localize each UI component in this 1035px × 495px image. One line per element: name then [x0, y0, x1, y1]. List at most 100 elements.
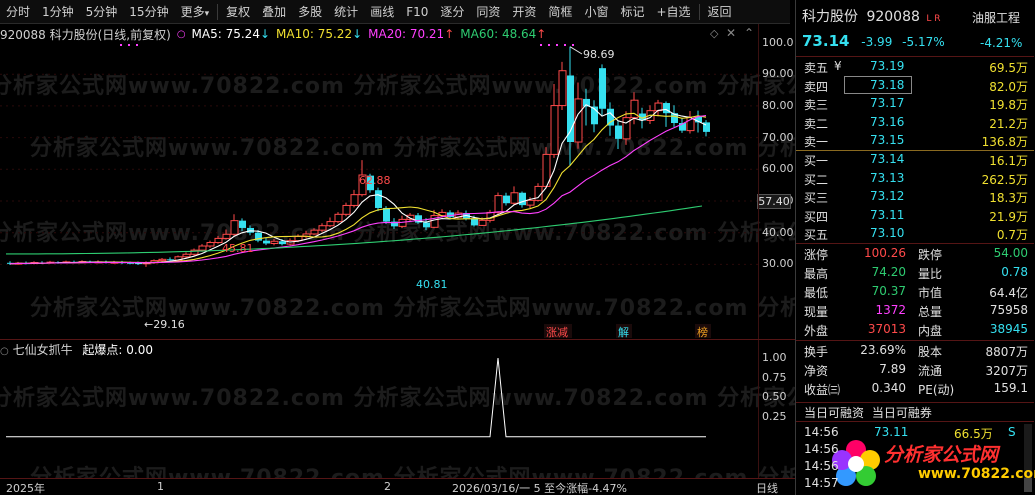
candlestick-chart[interactable]: 98.69 62.88 45.81 40.81 ←29.16 涨减 解 榜: [0, 44, 760, 340]
ask-volume: 69.5万: [989, 61, 1028, 75]
ask-volume: 19.8万: [989, 98, 1028, 112]
candle-down: [567, 75, 574, 143]
signal-line: [6, 357, 706, 438]
bid-price: 73.13: [870, 170, 905, 185]
candle-up: [318, 225, 327, 231]
toolbar-item-7[interactable]: 多股: [292, 0, 328, 24]
signal-dot: [564, 44, 566, 46]
axis-month-2: 2: [384, 480, 391, 493]
toolbar-item-4[interactable]: 更多▾: [175, 0, 216, 24]
quote-title: 科力股份 920088 L R: [802, 6, 941, 26]
stat-label: 外盘: [804, 324, 829, 338]
ask-row[interactable]: 卖四 73.18 82.0万: [796, 75, 1034, 96]
ask-label: 卖二: [804, 116, 829, 131]
toolbar-separator: [217, 3, 219, 20]
bid-row[interactable]: 买二 73.13 262.5万: [796, 170, 1034, 189]
toolbar-item-9[interactable]: 画线: [364, 0, 400, 24]
stat-label: 最低: [804, 286, 829, 300]
ask-volume: 21.2万: [989, 116, 1028, 131]
stock-code: 920088: [866, 9, 920, 25]
candle-up: [198, 245, 207, 251]
fundamental-row: 换手 23.69% 股本 8807万: [796, 342, 1034, 361]
tick-time: 14:56: [804, 459, 839, 473]
tick-price: 73.11: [874, 425, 909, 439]
ask-price: 73.16: [870, 114, 905, 129]
candle-up: [494, 195, 503, 213]
candle-down: [599, 68, 606, 109]
candle-down: [383, 207, 390, 222]
candle-up: [654, 102, 663, 112]
candle-down: [503, 195, 510, 204]
period-label[interactable]: 日线: [756, 480, 778, 495]
price-change-pct: -5.17%: [902, 35, 945, 49]
sector-tag[interactable]: 油服工程: [972, 9, 1020, 26]
bid-label: 买二: [804, 172, 829, 187]
fund-label: 股本: [918, 345, 943, 359]
tick-volume: 66.5万: [954, 427, 993, 441]
ask-row[interactable]: 卖一 73.15 136.8万: [796, 132, 1034, 151]
tick-row: 14:57: [796, 475, 1034, 494]
indicator-chart[interactable]: [0, 340, 760, 478]
tick-time: 14:56: [804, 442, 839, 456]
tab-margin-short[interactable]: 当日可融券: [872, 406, 932, 420]
toolbar-item-16[interactable]: 标记: [614, 0, 650, 24]
toolbar-item-3[interactable]: 15分钟: [123, 0, 174, 24]
bid-row[interactable]: 买五 73.10 0.7万: [796, 225, 1034, 244]
tab-margin-finance[interactable]: 当日可融资: [804, 406, 864, 420]
bid-price: 73.10: [870, 226, 905, 240]
fund-label: 收益㈢: [804, 383, 841, 397]
toolbar-item-2[interactable]: 5分钟: [80, 0, 124, 24]
ask-row[interactable]: 卖三 73.17 19.8万: [796, 95, 1034, 114]
toolbar-item-17[interactable]: +自选: [650, 0, 696, 24]
indicator-tick-label: 1.00: [762, 351, 787, 364]
toolbar-item-15[interactable]: 小窗: [578, 0, 614, 24]
stock-name: 科力股份: [802, 9, 858, 25]
toolbar-item-12[interactable]: 同资: [470, 0, 506, 24]
toolbar-item-8[interactable]: 统计: [328, 0, 364, 24]
chart-expand-icon[interactable]: ⌃: [744, 26, 754, 40]
quote-divider-4: [796, 340, 1034, 341]
toolbar-item-6[interactable]: 叠加: [256, 0, 292, 24]
high-label-98: 98.69: [583, 48, 615, 61]
signal-dot: [572, 44, 574, 46]
ma5-arrow-icon: ↓: [259, 27, 271, 41]
toolbar-item-10[interactable]: F10: [400, 0, 434, 24]
price-tick-label: 70.00: [762, 130, 794, 144]
quote-divider-6: [796, 421, 1034, 422]
event-tag-zhangjian: 涨减: [546, 326, 568, 339]
candle-up: [230, 220, 239, 235]
quote-divider-1: [796, 56, 1034, 57]
chart-close-icon[interactable]: ✕: [726, 26, 736, 40]
toolbar-item-11[interactable]: 逐分: [434, 0, 470, 24]
ask-row[interactable]: 卖二 73.16 21.2万: [796, 114, 1034, 133]
stat-value: 1372: [875, 303, 906, 317]
price-tick-label: 30.00: [762, 257, 794, 271]
candle-down: [607, 108, 614, 126]
stat-row: 最高 74.20 量比 0.78: [796, 264, 1034, 283]
ma60-line: [6, 205, 703, 255]
ma10-label: MA10: 75.22↓: [276, 27, 362, 41]
margin-tabs: 当日可融资 当日可融券: [804, 404, 932, 421]
ma-toggle-icon[interactable]: ○: [177, 29, 186, 40]
bid-row[interactable]: 买一 73.14 16.1万: [796, 151, 1034, 170]
candle-down: [471, 218, 478, 226]
toolbar-item-14[interactable]: 简框: [542, 0, 578, 24]
ask-price: 73.19: [870, 59, 905, 73]
ask-row[interactable]: 卖五 ¥ 73.19 69.5万: [796, 58, 1034, 77]
toolbar-item-0[interactable]: 分时: [0, 0, 36, 24]
stat-value: 100.26: [864, 246, 906, 260]
bid-row[interactable]: 买四 73.11 21.9万: [796, 207, 1034, 226]
toolbar-item-18[interactable]: 返回: [702, 0, 738, 24]
toolbar-item-1[interactable]: 1分钟: [36, 0, 80, 24]
stat-value: 0.78: [1001, 265, 1028, 279]
tick-time: 14:56: [804, 425, 839, 439]
stock-flags: L R: [926, 14, 941, 24]
bid-row[interactable]: 买三 73.12 18.3万: [796, 188, 1034, 207]
toolbar-item-5[interactable]: 复权: [220, 0, 256, 24]
fund-value: 3207万: [985, 364, 1028, 378]
chart-settings-icon[interactable]: ◇: [710, 27, 718, 40]
toolbar-item-13[interactable]: 开资: [506, 0, 542, 24]
stat-value: 64.4亿: [989, 286, 1028, 300]
candle-up: [310, 229, 319, 235]
candle-up: [550, 105, 559, 155]
